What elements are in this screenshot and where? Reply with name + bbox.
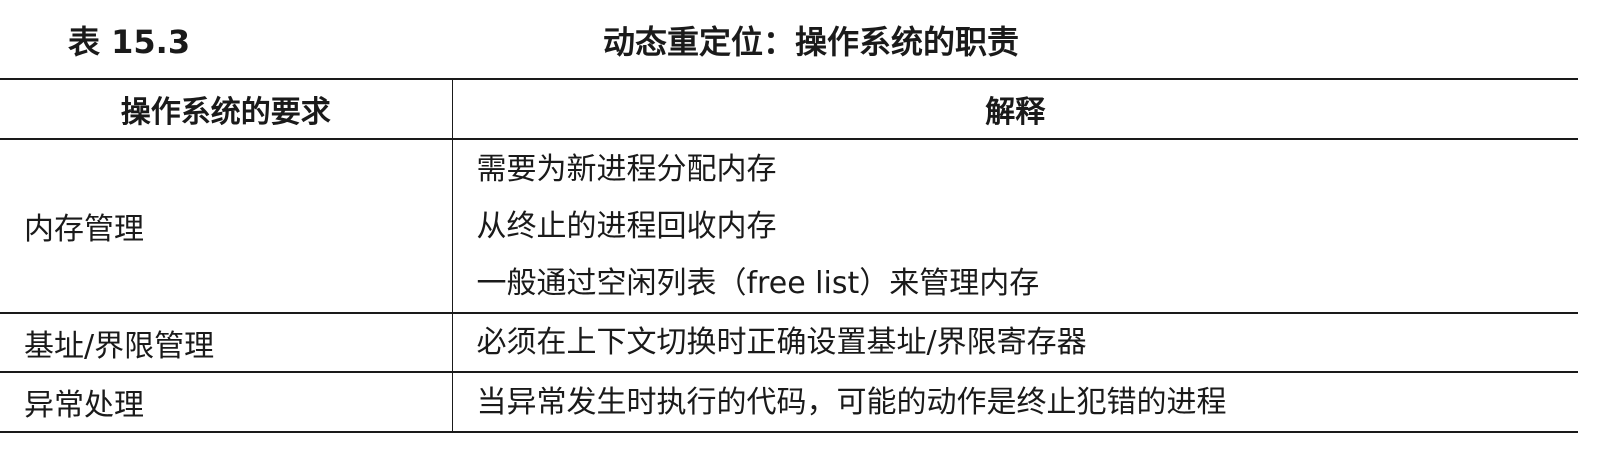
requirement-cell: 异常处理 xyxy=(0,372,453,433)
explanation-cell: 必须在上下文切换时正确设置基址/界限寄存器 xyxy=(452,313,1578,373)
requirement-cell: 内存管理 xyxy=(0,139,453,314)
column-header-requirement: 操作系统的要求 xyxy=(0,78,453,140)
explanation-line: 需要为新进程分配内存 xyxy=(476,151,777,187)
explanation-cell: 需要为新进程分配内存 从终止的进程回收内存 一般通过空闲列表（free list… xyxy=(452,139,1578,314)
column-header-explanation: 解释 xyxy=(452,78,1578,140)
table-row: 异常处理 当异常发生时执行的代码，可能的动作是终止犯错的进程 xyxy=(0,372,1578,433)
table-row: 基址/界限管理 必须在上下文切换时正确设置基址/界限寄存器 xyxy=(0,313,1578,373)
table-row: 内存管理 需要为新进程分配内存 从终止的进程回收内存 一般通过空闲列表（free… xyxy=(0,139,1578,314)
explanation-cell: 当异常发生时执行的代码，可能的动作是终止犯错的进程 xyxy=(452,372,1578,433)
explanation-line: 必须在上下文切换时正确设置基址/界限寄存器 xyxy=(476,325,1087,360)
requirement-cell: 基址/界限管理 xyxy=(0,313,453,373)
explanation-line: 从终止的进程回收内存 xyxy=(476,208,777,244)
table-header-row: 操作系统的要求 解释 xyxy=(0,78,1578,140)
responsibilities-table: 操作系统的要求 解释 内存管理 需要为新进程分配内存 从终止的进程回收内存 一般… xyxy=(0,78,1578,433)
table-title: 动态重定位：操作系统的职责 xyxy=(602,23,1019,61)
explanation-line: 一般通过空闲列表（free list）来管理内存 xyxy=(476,265,1040,301)
explanation-line: 当异常发生时执行的代码，可能的动作是终止犯错的进程 xyxy=(476,384,1227,420)
